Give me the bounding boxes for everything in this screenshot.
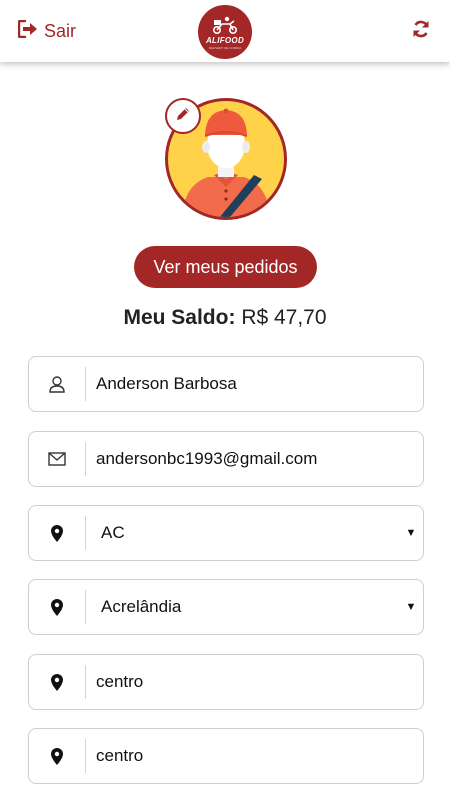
map-marker-icon: [29, 580, 85, 634]
top-bar: Sair ALIFOOD DELIVERY DE COMIDA: [0, 0, 450, 62]
user-icon: [29, 357, 85, 411]
balance-value: R$ 47,70: [241, 306, 327, 329]
profile-avatar-container: [165, 98, 287, 220]
refresh-icon: [411, 19, 431, 44]
district-value[interactable]: centro: [86, 672, 423, 692]
logout-label: Sair: [44, 20, 77, 41]
chevron-down-icon[interactable]: ▼: [399, 527, 423, 539]
email-value[interactable]: andersonbc1993@gmail.com: [86, 449, 423, 469]
chevron-down-icon[interactable]: ▼: [399, 601, 423, 613]
logout-button[interactable]: Sair: [17, 19, 77, 43]
city-value[interactable]: Acrelândia: [86, 597, 399, 617]
sign-out-icon: [17, 19, 38, 43]
map-marker-icon: [29, 506, 85, 560]
state-select[interactable]: AC ▼: [28, 505, 424, 561]
refresh-button[interactable]: [410, 19, 432, 43]
map-marker-icon: [29, 655, 85, 709]
edit-avatar-button[interactable]: [165, 98, 201, 134]
map-marker-icon: [29, 729, 85, 783]
balance-line: Meu Saldo: R$ 47,70: [0, 306, 450, 330]
scooter-icon: [212, 16, 237, 34]
state-value[interactable]: AC: [86, 523, 399, 543]
district-field[interactable]: centro: [28, 654, 424, 710]
pencil-icon: [175, 106, 191, 127]
address-value[interactable]: centro: [86, 746, 423, 766]
envelope-icon: [29, 432, 85, 486]
name-value[interactable]: Anderson Barbosa: [86, 374, 423, 394]
email-field[interactable]: andersonbc1993@gmail.com: [28, 431, 424, 487]
logo-text: ALIFOOD: [205, 35, 245, 45]
city-select[interactable]: Acrelândia ▼: [28, 579, 424, 635]
address-field[interactable]: centro: [28, 728, 424, 784]
balance-label: Meu Saldo:: [123, 306, 236, 329]
view-orders-button[interactable]: Ver meus pedidos: [134, 246, 317, 288]
alifood-logo: ALIFOOD DELIVERY DE COMIDA: [198, 5, 252, 59]
logo-subtext: DELIVERY DE COMIDA: [208, 45, 242, 50]
name-field[interactable]: Anderson Barbosa: [28, 356, 424, 412]
